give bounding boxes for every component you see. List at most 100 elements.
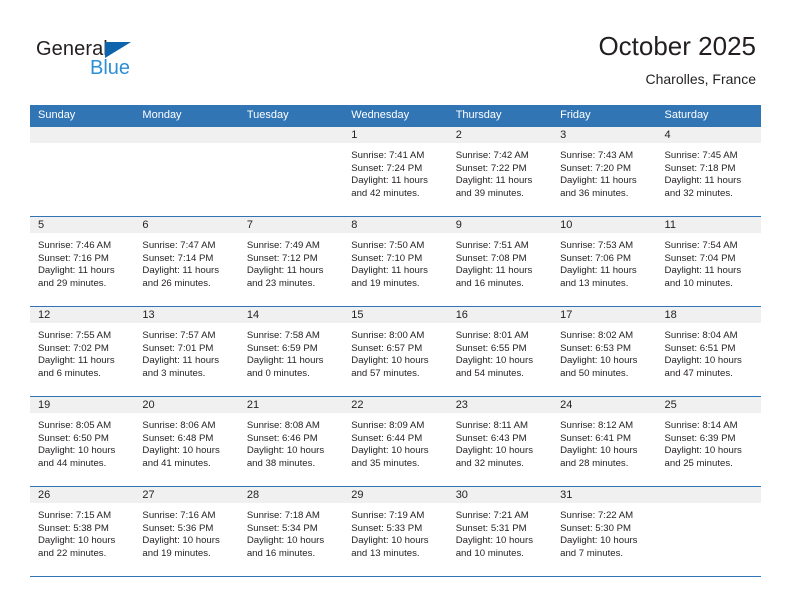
day-cell[interactable] bbox=[656, 487, 761, 576]
day-cell[interactable]: 10 Sunrise: 7:53 AM Sunset: 7:06 PM Dayl… bbox=[552, 217, 657, 306]
day-cell[interactable]: 24 Sunrise: 8:12 AM Sunset: 6:41 PM Dayl… bbox=[552, 397, 657, 486]
day-cell[interactable]: 1 Sunrise: 7:41 AM Sunset: 7:24 PM Dayli… bbox=[343, 127, 448, 216]
sunrise-text: Sunrise: 7:55 AM bbox=[38, 330, 112, 341]
day-cell[interactable]: 9 Sunrise: 7:51 AM Sunset: 7:08 PM Dayli… bbox=[447, 217, 553, 306]
day-info: Sunrise: 7:47 AM Sunset: 7:14 PM Dayligh… bbox=[134, 234, 238, 290]
day-cell[interactable]: 7 Sunrise: 7:49 AM Sunset: 7:12 PM Dayli… bbox=[238, 217, 344, 306]
day-cell[interactable]: 30 Sunrise: 7:21 AM Sunset: 5:31 PM Dayl… bbox=[447, 487, 553, 576]
day-cell[interactable]: 11 Sunrise: 7:54 AM Sunset: 7:04 PM Dayl… bbox=[656, 217, 761, 306]
day-cell[interactable]: 27 Sunrise: 7:16 AM Sunset: 5:36 PM Dayl… bbox=[134, 487, 239, 576]
day-number: 8 bbox=[343, 217, 448, 234]
sunrise-text: Sunrise: 7:50 AM bbox=[351, 240, 425, 251]
day-cell[interactable] bbox=[30, 127, 135, 216]
sunrise-text: Sunrise: 7:51 AM bbox=[455, 240, 529, 251]
daylight-text-line1: Daylight: 10 hours bbox=[351, 445, 429, 457]
day-number bbox=[134, 127, 239, 144]
day-cell[interactable]: 8 Sunrise: 7:50 AM Sunset: 7:10 PM Dayli… bbox=[343, 217, 448, 306]
day-cell[interactable]: 28 Sunrise: 7:18 AM Sunset: 5:34 PM Dayl… bbox=[238, 487, 344, 576]
daylight-text-line2: and 42 minutes. bbox=[351, 187, 420, 199]
day-number: 9 bbox=[447, 217, 553, 234]
day-cell[interactable]: 31 Sunrise: 7:22 AM Sunset: 5:30 PM Dayl… bbox=[552, 487, 657, 576]
daylight-text-line1: Daylight: 10 hours bbox=[142, 535, 220, 547]
day-number: 20 bbox=[134, 397, 239, 414]
day-number: 12 bbox=[30, 307, 135, 324]
daylight-text-line2: and 16 minutes. bbox=[246, 547, 316, 559]
day-cell[interactable]: 29 Sunrise: 7:19 AM Sunset: 5:33 PM Dayl… bbox=[343, 487, 448, 576]
day-cell[interactable]: 19 Sunrise: 8:05 AM Sunset: 6:50 PM Dayl… bbox=[30, 397, 135, 486]
day-cell[interactable]: 21 Sunrise: 8:08 AM Sunset: 6:46 PM Dayl… bbox=[238, 397, 344, 486]
daylight-text-line1: Daylight: 11 hours bbox=[246, 355, 324, 367]
day-number: 19 bbox=[30, 397, 135, 414]
daylight-text-line1: Daylight: 10 hours bbox=[351, 355, 429, 367]
day-info: Sunrise: 7:16 AM Sunset: 5:36 PM Dayligh… bbox=[134, 504, 238, 560]
day-cell[interactable] bbox=[238, 127, 344, 216]
daylight-text-line1: Daylight: 10 hours bbox=[560, 355, 638, 367]
day-cell[interactable]: 23 Sunrise: 8:11 AM Sunset: 6:43 PM Dayl… bbox=[447, 397, 553, 486]
weekday-header-friday: Friday bbox=[560, 109, 591, 121]
calendar-week-row: 1 Sunrise: 7:41 AM Sunset: 7:24 PM Dayli… bbox=[30, 126, 761, 216]
title-block: October 2025 Charolles, France bbox=[598, 30, 756, 89]
daylight-text-line1: Daylight: 10 hours bbox=[455, 445, 534, 457]
sunset-text: Sunset: 7:02 PM bbox=[38, 342, 109, 354]
daylight-text-line1: Daylight: 11 hours bbox=[142, 355, 220, 367]
day-number: 30 bbox=[447, 487, 553, 504]
day-number: 28 bbox=[238, 487, 344, 504]
day-cell[interactable]: 16 Sunrise: 8:01 AM Sunset: 6:55 PM Dayl… bbox=[447, 307, 553, 396]
daylight-text-line2: and 25 minutes. bbox=[664, 457, 733, 469]
daylight-text-line2: and 3 minutes. bbox=[142, 367, 206, 379]
sunset-text: Sunset: 7:22 PM bbox=[455, 162, 527, 174]
sunrise-text: Sunrise: 7:16 AM bbox=[142, 510, 216, 521]
page-subtitle-location: Charolles, France bbox=[645, 71, 757, 87]
sunrise-text: Sunrise: 7:58 AM bbox=[246, 330, 320, 341]
daylight-text-line1: Daylight: 10 hours bbox=[455, 535, 534, 547]
day-cell[interactable]: 15 Sunrise: 8:00 AM Sunset: 6:57 PM Dayl… bbox=[343, 307, 448, 396]
day-cell[interactable]: 22 Sunrise: 8:09 AM Sunset: 6:44 PM Dayl… bbox=[343, 397, 448, 486]
day-number: 1 bbox=[343, 127, 448, 144]
sunrise-text: Sunrise: 7:22 AM bbox=[560, 510, 634, 521]
day-cell[interactable]: 14 Sunrise: 7:58 AM Sunset: 6:59 PM Dayl… bbox=[238, 307, 344, 396]
general-blue-logo[interactable]: General Blue bbox=[36, 38, 216, 86]
sunrise-text: Sunrise: 8:00 AM bbox=[351, 330, 425, 341]
daylight-text-line1: Daylight: 10 hours bbox=[142, 445, 220, 457]
calendar-week-row: 12 Sunrise: 7:55 AM Sunset: 7:02 PM Dayl… bbox=[30, 306, 761, 396]
sunrise-text: Sunrise: 7:15 AM bbox=[38, 510, 112, 521]
sunrise-text: Sunrise: 7:43 AM bbox=[560, 150, 634, 161]
daylight-text-line1: Daylight: 10 hours bbox=[38, 445, 116, 457]
sunrise-text: Sunrise: 7:19 AM bbox=[351, 510, 425, 521]
day-cell[interactable]: 2 Sunrise: 7:42 AM Sunset: 7:22 PM Dayli… bbox=[447, 127, 553, 216]
day-cell[interactable]: 13 Sunrise: 7:57 AM Sunset: 7:01 PM Dayl… bbox=[134, 307, 239, 396]
day-number: 13 bbox=[134, 307, 239, 324]
day-cell[interactable]: 4 Sunrise: 7:45 AM Sunset: 7:18 PM Dayli… bbox=[656, 127, 761, 216]
day-number: 3 bbox=[552, 127, 657, 144]
day-number: 27 bbox=[134, 487, 239, 504]
day-cell[interactable]: 18 Sunrise: 8:04 AM Sunset: 6:51 PM Dayl… bbox=[656, 307, 761, 396]
sunrise-text: Sunrise: 7:54 AM bbox=[664, 240, 738, 251]
day-number: 16 bbox=[447, 307, 553, 324]
sunrise-text: Sunrise: 7:21 AM bbox=[455, 510, 529, 521]
day-info: Sunrise: 8:11 AM Sunset: 6:43 PM Dayligh… bbox=[448, 414, 552, 470]
day-cell[interactable]: 26 Sunrise: 7:15 AM Sunset: 5:38 PM Dayl… bbox=[30, 487, 135, 576]
day-cell[interactable]: 25 Sunrise: 8:14 AM Sunset: 6:39 PM Dayl… bbox=[656, 397, 761, 486]
day-info: Sunrise: 7:45 AM Sunset: 7:18 PM Dayligh… bbox=[657, 144, 761, 200]
day-number: 11 bbox=[656, 217, 761, 234]
day-cell[interactable]: 5 Sunrise: 7:46 AM Sunset: 7:16 PM Dayli… bbox=[30, 217, 135, 306]
sunset-text: Sunset: 7:04 PM bbox=[664, 252, 736, 264]
calendar-page: General Blue October 2025 Charolles, Fra… bbox=[0, 0, 792, 612]
day-cell[interactable]: 12 Sunrise: 7:55 AM Sunset: 7:02 PM Dayl… bbox=[30, 307, 135, 396]
sunset-text: Sunset: 5:33 PM bbox=[351, 522, 423, 534]
daylight-text-line1: Daylight: 10 hours bbox=[246, 445, 325, 457]
day-cell[interactable]: 17 Sunrise: 8:02 AM Sunset: 6:53 PM Dayl… bbox=[552, 307, 657, 396]
day-cell[interactable]: 6 Sunrise: 7:47 AM Sunset: 7:14 PM Dayli… bbox=[134, 217, 239, 306]
day-cell[interactable] bbox=[134, 127, 239, 216]
calendar-week-row: 26 Sunrise: 7:15 AM Sunset: 5:38 PM Dayl… bbox=[30, 486, 761, 576]
day-cell[interactable]: 3 Sunrise: 7:43 AM Sunset: 7:20 PM Dayli… bbox=[552, 127, 657, 216]
sunset-text: Sunset: 5:30 PM bbox=[560, 522, 632, 534]
day-number: 21 bbox=[238, 397, 344, 414]
sunset-text: Sunset: 6:55 PM bbox=[455, 342, 527, 354]
daylight-text-line2: and 10 minutes. bbox=[455, 547, 524, 559]
day-cell[interactable]: 20 Sunrise: 8:06 AM Sunset: 6:48 PM Dayl… bbox=[134, 397, 239, 486]
sunrise-text: Sunrise: 7:45 AM bbox=[664, 150, 738, 161]
daylight-text-line1: Daylight: 10 hours bbox=[664, 355, 742, 367]
day-number: 25 bbox=[656, 397, 761, 414]
day-info: Sunrise: 7:58 AM Sunset: 6:59 PM Dayligh… bbox=[239, 324, 343, 380]
